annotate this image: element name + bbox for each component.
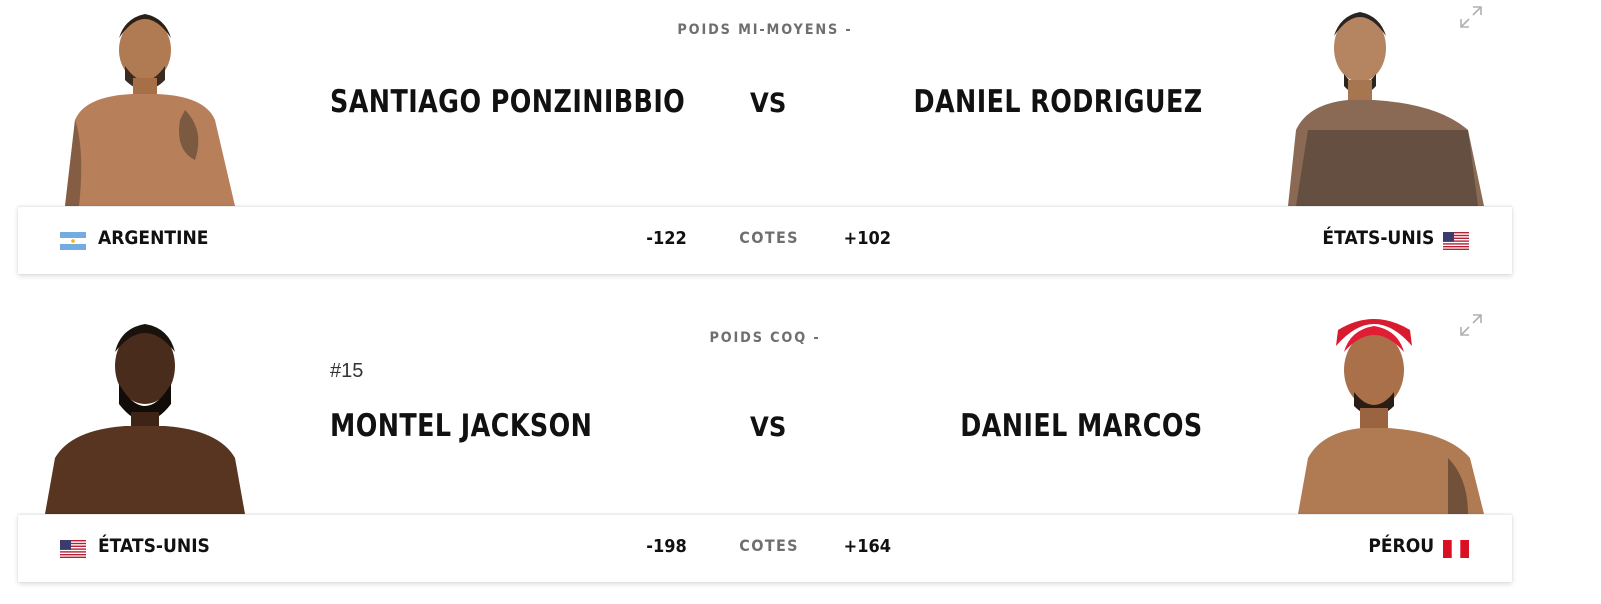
fighter-photo-right[interactable] [1288,308,1488,514]
odds-blue: +102 [843,228,892,249]
odds-red: -122 [646,228,687,249]
usa-flag-icon [1443,232,1469,250]
expand-icon[interactable] [1458,4,1484,30]
fighter-photo-left[interactable] [45,0,245,206]
fighter-portrait-ponzinibbio [65,14,235,206]
vs-label: VS [750,88,787,119]
odds-bar: ÉTATS-UNIS -198 COTES +164 PÉROU [18,514,1512,582]
odds-label: COTES [739,536,799,555]
odds-red: -198 [646,536,687,557]
country-blue: PÉROU [1368,535,1434,557]
fighter-name-blue[interactable]: DANIEL RODRIGUEZ [914,84,1203,120]
usa-flag-icon [60,540,86,558]
odds-label: COTES [739,228,799,247]
odds-blue: +164 [843,536,892,557]
fighter-name-blue[interactable]: DANIEL MARCOS [961,408,1203,444]
vs-label: VS [750,412,787,443]
fight-card-jackson-marcos[interactable]: POIDS COQ - #15 MONTEL JACKSON VS DANIEL… [0,308,1601,598]
country-red: ARGENTINE [98,227,209,249]
fighter-rank: #15 [330,360,364,382]
fighter-photo-left[interactable] [45,308,245,514]
country-red: ÉTATS-UNIS [98,535,210,557]
fighter-portrait-jackson [45,324,245,514]
fighter-photo-right[interactable] [1288,0,1488,206]
fighter-name-red[interactable]: MONTEL JACKSON [330,408,592,444]
fighter-portrait-rodriguez [1288,12,1484,206]
fight-card-ponzinibbio-rodriguez[interactable]: POIDS MI-MOYENS - SANTIAGO PONZINIBBIO V… [0,0,1601,290]
odds-bar: ARGENTINE -122 COTES +102 ÉTATS-UNIS [18,206,1512,274]
weight-class-label: POIDS COQ - [709,330,821,346]
expand-icon[interactable] [1458,312,1484,338]
fighter-name-red[interactable]: SANTIAGO PONZINIBBIO [330,84,685,120]
fighter-portrait-marcos [1298,319,1484,514]
country-blue: ÉTATS-UNIS [1322,227,1434,249]
weight-class-label: POIDS MI-MOYENS - [677,22,853,38]
peru-flag-icon [1443,540,1469,558]
argentina-flag-icon [60,232,86,250]
